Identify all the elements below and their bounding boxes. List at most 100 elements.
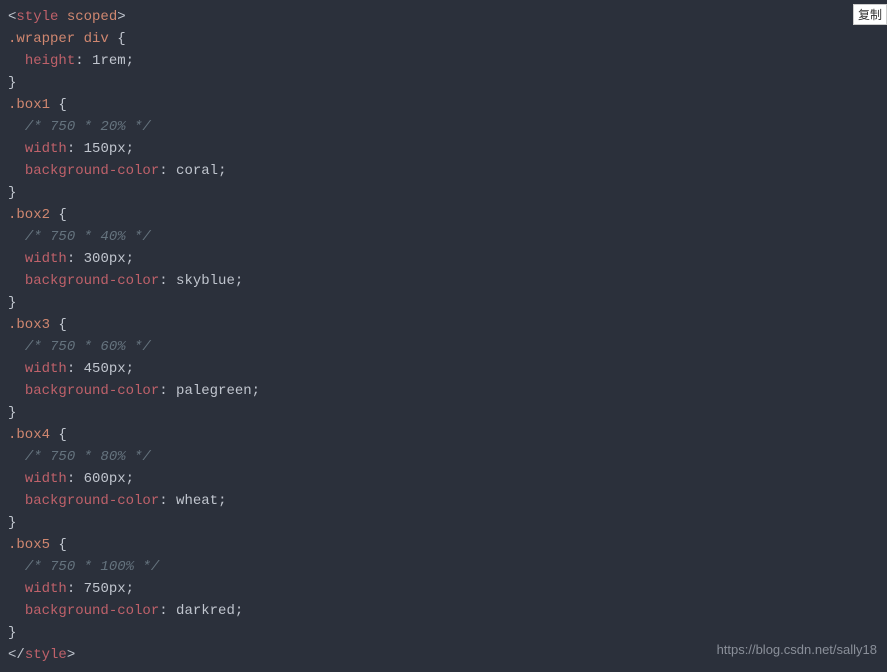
code-line: <style scoped>: [8, 6, 879, 28]
css-value: palegreen: [176, 383, 252, 399]
space: [168, 163, 176, 179]
css-property: background-color: [25, 383, 159, 399]
code-line: .box3 {: [8, 314, 879, 336]
css-comment: /* 750 * 40% */: [25, 229, 151, 245]
css-comment: /* 750 * 60% */: [25, 339, 151, 355]
indent: [8, 273, 25, 289]
semicolon: ;: [126, 471, 134, 487]
css-value: darkred: [176, 603, 235, 619]
code-line: width: 300px;: [8, 248, 879, 270]
code-line: }: [8, 72, 879, 94]
code-line: /* 750 * 40% */: [8, 226, 879, 248]
code-block: <style scoped> .wrapper div { height: 1r…: [0, 0, 887, 672]
tag-name: style: [25, 647, 67, 663]
css-property: width: [25, 581, 67, 597]
indent: [8, 559, 25, 575]
css-comment: /* 750 * 80% */: [25, 449, 151, 465]
code-line: .box2 {: [8, 204, 879, 226]
css-value: 300px: [84, 251, 126, 267]
code-line: background-color: skyblue;: [8, 270, 879, 292]
brace: {: [117, 31, 125, 47]
code-line: width: 150px;: [8, 138, 879, 160]
semicolon: ;: [218, 493, 226, 509]
indent: [8, 603, 25, 619]
code-line: background-color: coral;: [8, 160, 879, 182]
brace: }: [8, 185, 16, 201]
colon: :: [67, 141, 75, 157]
css-value: 150px: [84, 141, 126, 157]
css-selector: .box3: [8, 317, 50, 333]
indent: [8, 53, 25, 69]
brace: }: [8, 625, 16, 641]
brace: {: [58, 207, 66, 223]
bracket: >: [67, 647, 75, 663]
indent: [8, 449, 25, 465]
space: [75, 581, 83, 597]
semicolon: ;: [126, 141, 134, 157]
css-property: width: [25, 471, 67, 487]
brace: {: [58, 97, 66, 113]
brace: }: [8, 405, 16, 421]
brace: {: [58, 427, 66, 443]
code-line: /* 750 * 100% */: [8, 556, 879, 578]
code-line: /* 750 * 80% */: [8, 446, 879, 468]
css-selector: .box5: [8, 537, 50, 553]
space: [75, 141, 83, 157]
semicolon: ;: [235, 273, 243, 289]
code-line: }: [8, 402, 879, 424]
code-line: .box5 {: [8, 534, 879, 556]
css-property: background-color: [25, 493, 159, 509]
indent: [8, 383, 25, 399]
indent: [8, 229, 25, 245]
colon: :: [159, 163, 167, 179]
code-line: height: 1rem;: [8, 50, 879, 72]
css-selector: .wrapper div: [8, 31, 109, 47]
indent: [8, 581, 25, 597]
colon: :: [67, 251, 75, 267]
brace: }: [8, 515, 16, 531]
indent: [8, 493, 25, 509]
brace: }: [8, 75, 16, 91]
attribute: scoped: [67, 9, 117, 25]
bracket: </: [8, 647, 25, 663]
css-property: width: [25, 251, 67, 267]
space: [168, 383, 176, 399]
semicolon: ;: [252, 383, 260, 399]
css-selector: .box2: [8, 207, 50, 223]
code-line: width: 450px;: [8, 358, 879, 380]
css-property: height: [25, 53, 75, 69]
css-comment: /* 750 * 20% */: [25, 119, 151, 135]
space: [168, 603, 176, 619]
space: [75, 361, 83, 377]
indent: [8, 141, 25, 157]
space: [84, 53, 92, 69]
bracket: >: [117, 9, 125, 25]
code-line: background-color: palegreen;: [8, 380, 879, 402]
code-line: .box1 {: [8, 94, 879, 116]
colon: :: [67, 361, 75, 377]
indent: [8, 163, 25, 179]
code-line: }: [8, 182, 879, 204]
colon: :: [67, 581, 75, 597]
code-line: .wrapper div {: [8, 28, 879, 50]
space: [75, 251, 83, 267]
indent: [8, 361, 25, 377]
css-value: skyblue: [176, 273, 235, 289]
copy-button[interactable]: 复制: [853, 4, 887, 25]
css-property: background-color: [25, 163, 159, 179]
css-property: width: [25, 141, 67, 157]
watermark-text: https://blog.csdn.net/sally18: [717, 639, 877, 661]
code-line: /* 750 * 60% */: [8, 336, 879, 358]
code-line: }: [8, 292, 879, 314]
colon: :: [67, 471, 75, 487]
brace: }: [8, 295, 16, 311]
space: [109, 31, 117, 47]
colon: :: [159, 603, 167, 619]
colon: :: [159, 273, 167, 289]
colon: :: [75, 53, 83, 69]
code-line: width: 750px;: [8, 578, 879, 600]
css-value: 1rem: [92, 53, 126, 69]
css-value: 450px: [84, 361, 126, 377]
css-property: background-color: [25, 273, 159, 289]
css-selector: .box4: [8, 427, 50, 443]
